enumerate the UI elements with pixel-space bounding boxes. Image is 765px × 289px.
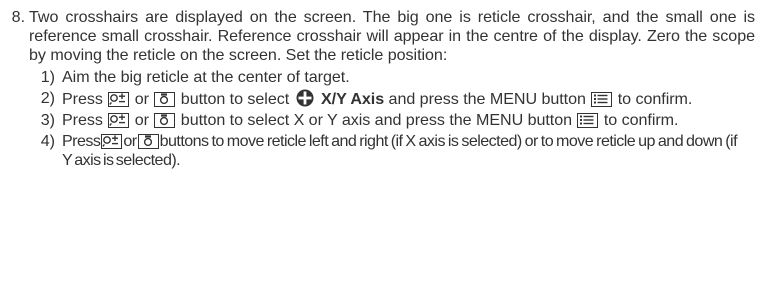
substep-1: 1) Aim the big reticle at the center of … [3,68,755,87]
xy-axis-label: X/Y Axis [321,89,385,108]
zoom-plus-minus-icon [108,113,130,129]
camera-icon [154,113,176,129]
substep-prefix: Press [62,132,101,151]
substep-middle: button to select X or Y axis and press t… [180,111,573,130]
camera-icon [154,91,176,107]
zoom-plus-minus-icon [101,134,123,150]
substep-prefix: Press [62,111,103,130]
substep-text: Press or butt [62,111,755,130]
substep-number: 1) [40,67,55,86]
step-number: 8. [11,8,25,26]
substep-suffix: to confirm. [603,111,679,130]
substep-number: 3) [40,111,55,130]
or-text: or [134,111,149,130]
step-description: Two crosshairs are displayed on the scre… [29,8,755,65]
instruction-document: 8. Two crosshairs are displayed on the s… [0,0,765,171]
substep-middle-2: and press the MENU button [388,89,586,108]
substep-4: 4) Press or buttons to move reticle left… [3,132,755,170]
menu-list-icon [577,113,599,129]
substep-text: Press or buttons to move reticle left an… [62,132,755,170]
step-8: 8. Two crosshairs are displayed on the s… [3,8,755,66]
substep-number: 4) [40,132,55,151]
substep-middle: button to select [180,89,290,108]
substep-suffix: to confirm. [617,89,693,108]
substep-2: 2) Press or button to select X/Y Axis an… [3,89,755,109]
substep-list: 1) Aim the big reticle at the center of … [3,68,755,171]
substep-3: 3) Press or button to select X or Y axis… [3,111,755,130]
substep-prefix: Press [62,89,103,108]
substep-middle: buttons to move reticle left and right (… [62,132,738,170]
zoom-plus-minus-icon [108,91,130,107]
substep-number: 2) [40,88,55,107]
substep-text: Press or butt [62,89,755,109]
or-text: or [123,132,137,151]
or-text: or [134,89,149,108]
menu-list-icon [591,91,613,107]
substep-text: Aim the big reticle at the center of tar… [62,67,350,86]
crosshair-icon [296,89,314,107]
camera-icon [137,134,159,150]
